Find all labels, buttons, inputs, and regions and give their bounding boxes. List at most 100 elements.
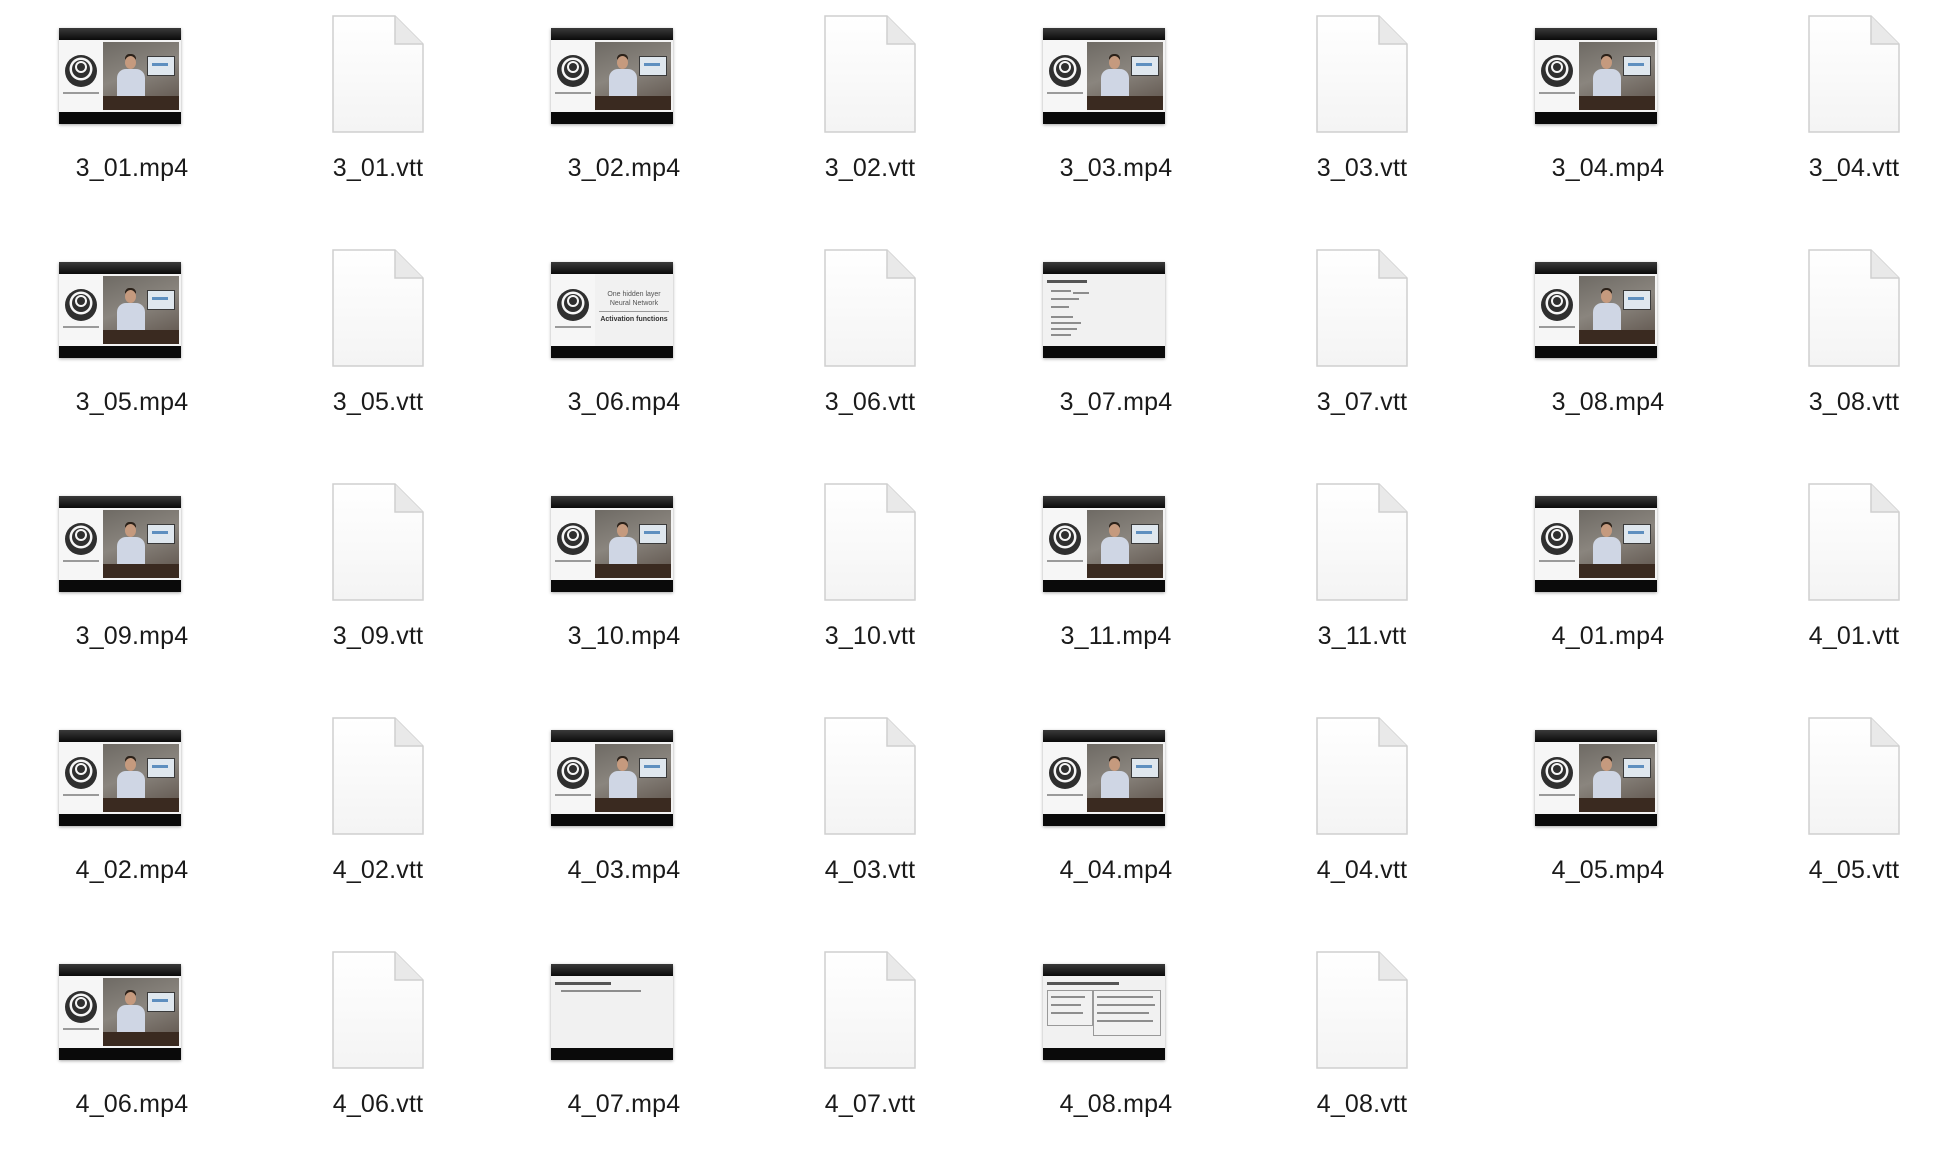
document-icon	[747, 702, 993, 835]
file-name-label: 3_10.mp4	[567, 622, 681, 650]
document-icon	[747, 0, 993, 133]
file-item-video[interactable]: One hidden layer Neural Network Activati…	[501, 234, 747, 434]
file-name-label: 4_04.vtt	[1316, 856, 1408, 884]
video-thumbnail-icon	[501, 468, 747, 598]
file-item-video[interactable]: 4_05.mp4	[1485, 702, 1731, 902]
file-name-label: 4_06.mp4	[75, 1090, 189, 1118]
file-name-label: 3_08.vtt	[1808, 388, 1900, 416]
file-item-document[interactable]: 4_04.vtt	[1239, 702, 1485, 902]
file-name-label: 3_10.vtt	[824, 622, 916, 650]
file-name-label: 3_09.mp4	[75, 622, 189, 650]
file-item-video[interactable]: 4_02.mp4	[9, 702, 255, 902]
video-thumbnail-icon	[501, 702, 747, 832]
document-icon	[747, 468, 993, 601]
file-name-label: 3_05.mp4	[75, 388, 189, 416]
file-item-document[interactable]: 4_07.vtt	[747, 936, 993, 1136]
file-item-video[interactable]: 4_01.mp4	[1485, 468, 1731, 668]
file-item-video[interactable]: 4_06.mp4	[9, 936, 255, 1136]
document-icon	[747, 936, 993, 1069]
file-name-label: 4_07.mp4	[567, 1090, 681, 1118]
file-name-label: 4_07.vtt	[824, 1090, 916, 1118]
file-item-document[interactable]: 4_05.vtt	[1731, 702, 1938, 902]
document-icon	[255, 702, 501, 835]
file-item-document[interactable]: 3_11.vtt	[1239, 468, 1485, 668]
file-item-document[interactable]: 3_05.vtt	[255, 234, 501, 434]
file-item-video[interactable]: 4_04.mp4	[993, 702, 1239, 902]
file-name-label: 4_03.mp4	[567, 856, 681, 884]
document-icon	[255, 234, 501, 367]
file-item-document[interactable]: 3_04.vtt	[1731, 0, 1938, 200]
video-thumbnail-icon	[501, 0, 747, 130]
file-item-document[interactable]: 3_07.vtt	[1239, 234, 1485, 434]
document-icon	[1731, 0, 1938, 133]
file-item-video[interactable]: 3_09.mp4	[9, 468, 255, 668]
file-icon-grid: 3_01.mp4 3_01.vtt 3_02.mp4 3_02.vtt 3_03…	[0, 0, 1938, 1164]
file-item-video[interactable]: 3_01.mp4	[9, 0, 255, 200]
file-name-label: 4_02.mp4	[75, 856, 189, 884]
file-item-document[interactable]: 3_06.vtt	[747, 234, 993, 434]
file-name-label: 3_03.vtt	[1316, 154, 1408, 182]
file-name-label: 4_05.mp4	[1551, 856, 1665, 884]
file-name-label: 3_01.mp4	[75, 154, 189, 182]
file-item-video[interactable]: 3_11.mp4	[993, 468, 1239, 668]
file-item-document[interactable]: 4_03.vtt	[747, 702, 993, 902]
video-thumbnail-icon	[993, 936, 1239, 1066]
video-thumbnail-icon	[9, 468, 255, 598]
video-thumbnail-icon	[9, 0, 255, 130]
file-item-document[interactable]: 4_02.vtt	[255, 702, 501, 902]
file-item-video[interactable]: 3_10.mp4	[501, 468, 747, 668]
slide-title-line: One hidden layer	[607, 291, 661, 298]
file-name-label: 3_01.vtt	[332, 154, 424, 182]
file-item-document[interactable]: 4_06.vtt	[255, 936, 501, 1136]
video-thumbnail-icon: One hidden layer Neural Network Activati…	[501, 234, 747, 364]
file-name-label: 3_06.mp4	[567, 388, 681, 416]
document-icon	[255, 468, 501, 601]
file-item-document[interactable]: 3_08.vtt	[1731, 234, 1938, 434]
file-item-video[interactable]: 3_04.mp4	[1485, 0, 1731, 200]
file-item-video[interactable]: 3_07.mp4	[993, 234, 1239, 434]
file-item-video[interactable]: 4_03.mp4	[501, 702, 747, 902]
file-item-video[interactable]: 4_08.mp4	[993, 936, 1239, 1136]
file-item-video[interactable]: 3_08.mp4	[1485, 234, 1731, 434]
file-name-label: 4_01.mp4	[1551, 622, 1665, 650]
file-item-document[interactable]: 3_10.vtt	[747, 468, 993, 668]
file-name-label: 3_07.mp4	[1059, 388, 1173, 416]
file-item-document[interactable]: 3_03.vtt	[1239, 0, 1485, 200]
document-icon	[255, 936, 501, 1069]
file-name-label: 3_11.mp4	[1060, 622, 1172, 650]
file-name-label: 3_04.mp4	[1551, 154, 1665, 182]
file-name-label: 3_11.vtt	[1317, 622, 1407, 650]
document-icon	[1239, 234, 1485, 367]
document-icon	[1239, 936, 1485, 1069]
file-name-label: 3_05.vtt	[332, 388, 424, 416]
slide-title-line: Neural Network	[609, 300, 659, 307]
file-item-video[interactable]: 4_07.mp4	[501, 936, 747, 1136]
document-icon	[1731, 234, 1938, 367]
file-item-document[interactable]: 3_01.vtt	[255, 0, 501, 200]
video-thumbnail-icon	[993, 0, 1239, 130]
file-item-document[interactable]: 4_01.vtt	[1731, 468, 1938, 668]
file-item-video[interactable]: 3_03.mp4	[993, 0, 1239, 200]
file-name-label: 4_08.vtt	[1316, 1090, 1408, 1118]
file-name-label: 3_09.vtt	[332, 622, 424, 650]
file-name-label: 4_03.vtt	[824, 856, 916, 884]
file-name-label: 4_05.vtt	[1808, 856, 1900, 884]
video-thumbnail-icon	[1485, 468, 1731, 598]
file-item-document[interactable]: 3_09.vtt	[255, 468, 501, 668]
file-name-label: 3_02.mp4	[567, 154, 681, 182]
document-icon	[1731, 468, 1938, 601]
document-icon	[747, 234, 993, 367]
video-thumbnail-icon	[993, 234, 1239, 364]
video-thumbnail-icon	[1485, 702, 1731, 832]
slide-subtitle-line: Activation functions	[600, 316, 668, 323]
file-item-document[interactable]: 3_02.vtt	[747, 0, 993, 200]
file-item-video[interactable]: 3_05.mp4	[9, 234, 255, 434]
file-item-video[interactable]: 3_02.mp4	[501, 0, 747, 200]
file-name-label: 3_08.mp4	[1551, 388, 1665, 416]
file-item-document[interactable]: 4_08.vtt	[1239, 936, 1485, 1136]
document-icon	[1239, 0, 1485, 133]
file-name-label: 3_02.vtt	[824, 154, 916, 182]
video-thumbnail-icon	[9, 234, 255, 364]
document-icon	[1239, 702, 1485, 835]
document-icon	[1731, 702, 1938, 835]
